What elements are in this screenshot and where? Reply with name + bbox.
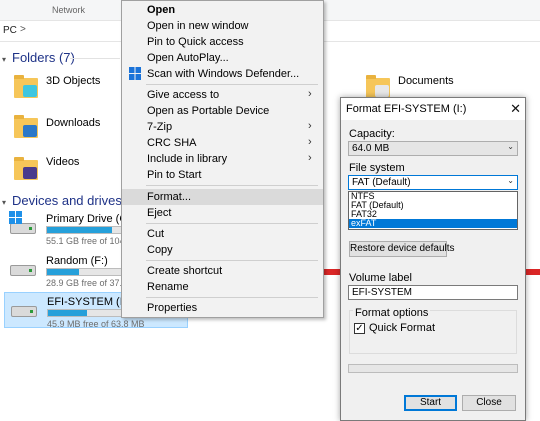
menu-item-open-new-window[interactable]: Open in new window <box>122 18 323 34</box>
menu-separator <box>146 223 318 224</box>
folders-section-header[interactable]: ▾ Folders (7) <box>2 50 75 65</box>
format-progress-bar <box>348 364 518 373</box>
format-dialog: Format EFI-SYSTEM (I:) ✕ Capacity: 64.0 … <box>340 97 526 421</box>
menu-separator <box>146 260 318 261</box>
capacity-value: 64.0 MB <box>352 143 390 154</box>
drive-usage-fill-full <box>526 269 540 275</box>
start-button[interactable]: Start <box>404 395 457 411</box>
drive-usage-fill <box>48 310 87 316</box>
quick-format-checkbox[interactable]: ✓ <box>354 323 365 334</box>
drive-usage-fill <box>47 227 112 233</box>
chevron-down-icon: ▾ <box>2 55 7 64</box>
submenu-arrow-icon: › <box>308 152 312 164</box>
menu-item-give-access[interactable]: Give access to › <box>122 87 323 103</box>
chevron-down-icon: ⌄ <box>507 142 514 151</box>
drive-free-space: 28.9 GB free of 37.3 <box>46 278 128 288</box>
drive-free-space: 45.9 MB free of 63.8 MB <box>47 319 145 329</box>
menu-item-scan-defender[interactable]: Scan with Windows Defender... <box>122 66 323 82</box>
menu-item-properties[interactable]: Properties <box>122 300 323 316</box>
drive-usage-fill <box>47 269 79 275</box>
filesystem-select[interactable]: FAT (Default) ⌄ <box>348 175 518 190</box>
context-menu: Open Open in new window Pin to Quick acc… <box>121 0 324 318</box>
menu-item-portable-device[interactable]: Open as Portable Device <box>122 103 323 119</box>
section-divider <box>70 58 120 59</box>
menu-separator <box>146 297 318 298</box>
volume-label-value: EFI-SYSTEM <box>352 287 413 298</box>
submenu-arrow-icon: › <box>308 88 312 100</box>
close-button[interactable]: Close <box>462 395 516 411</box>
drive-name: EFI-SYSTEM (I:) <box>47 296 130 308</box>
documents-folder-icon <box>366 75 390 98</box>
dialog-title-bar[interactable]: Format EFI-SYSTEM (I:) ✕ <box>341 98 525 120</box>
folders-section-title: Folders (7) <box>12 50 75 65</box>
menu-item-cut[interactable]: Cut <box>122 226 323 242</box>
menu-item-rename[interactable]: Rename <box>122 279 323 295</box>
quick-format-label[interactable]: Quick Format <box>369 322 435 334</box>
breadcrumb[interactable]: PC <box>3 25 17 36</box>
network-tab-label[interactable]: Network <box>52 5 85 15</box>
folder-label: Documents <box>398 75 454 87</box>
hard-drive-icon <box>10 265 36 276</box>
filesystem-label: File system <box>349 162 405 174</box>
menu-item-format[interactable]: Format... <box>122 189 323 205</box>
videos-folder-icon <box>14 157 38 180</box>
menu-separator <box>146 185 318 186</box>
chevron-down-icon: ⌄ <box>507 176 514 185</box>
menu-item-crc-sha[interactable]: CRC SHA › <box>122 135 323 151</box>
menu-item-open-autoplay[interactable]: Open AutoPlay... <box>122 50 323 66</box>
close-icon[interactable]: ✕ <box>510 101 521 117</box>
menu-item-pin-quick-access[interactable]: Pin to Quick access <box>122 34 323 50</box>
menu-item-include-library[interactable]: Include in library › <box>122 151 323 167</box>
filesystem-dropdown-list: NTFS FAT (Default) FAT32 exFAT <box>348 191 518 230</box>
volume-label-input[interactable]: EFI-SYSTEM <box>348 285 518 300</box>
capacity-label: Capacity: <box>349 128 395 140</box>
windows-logo-icon <box>9 211 23 225</box>
menu-item-create-shortcut[interactable]: Create shortcut <box>122 263 323 279</box>
volume-label-label: Volume label <box>349 272 412 284</box>
folder-label: Videos <box>46 156 80 168</box>
folder-label: Downloads <box>46 117 101 129</box>
shield-icon <box>129 67 141 80</box>
3d-objects-folder-icon <box>14 75 38 98</box>
hard-drive-icon <box>11 306 37 317</box>
menu-separator <box>146 84 318 85</box>
submenu-arrow-icon: › <box>308 136 312 148</box>
menu-item-eject[interactable]: Eject <box>122 205 323 221</box>
chevron-down-icon: ▾ <box>2 198 7 207</box>
menu-item-open[interactable]: Open <box>122 2 323 18</box>
breadcrumb-chevron-icon[interactable]: > <box>20 24 26 35</box>
menu-item-7zip[interactable]: 7-Zip › <box>122 119 323 135</box>
capacity-select[interactable]: 64.0 MB ⌄ <box>348 141 518 156</box>
filesystem-value: FAT (Default) <box>352 177 411 188</box>
submenu-arrow-icon: › <box>308 120 312 132</box>
menu-item-copy[interactable]: Copy <box>122 242 323 258</box>
dialog-title: Format EFI-SYSTEM (I:) <box>346 103 467 115</box>
drive-name: Random (F:) <box>46 255 108 267</box>
format-options-label: Format options <box>353 307 431 319</box>
filesystem-option-exfat[interactable]: exFAT <box>349 219 517 228</box>
downloads-folder-icon <box>14 115 38 138</box>
menu-item-pin-start[interactable]: Pin to Start <box>122 167 323 183</box>
restore-defaults-button[interactable]: Restore device defaults <box>349 241 455 257</box>
drive-usage-fill-full <box>324 269 340 275</box>
folder-label: 3D Objects <box>46 75 101 87</box>
